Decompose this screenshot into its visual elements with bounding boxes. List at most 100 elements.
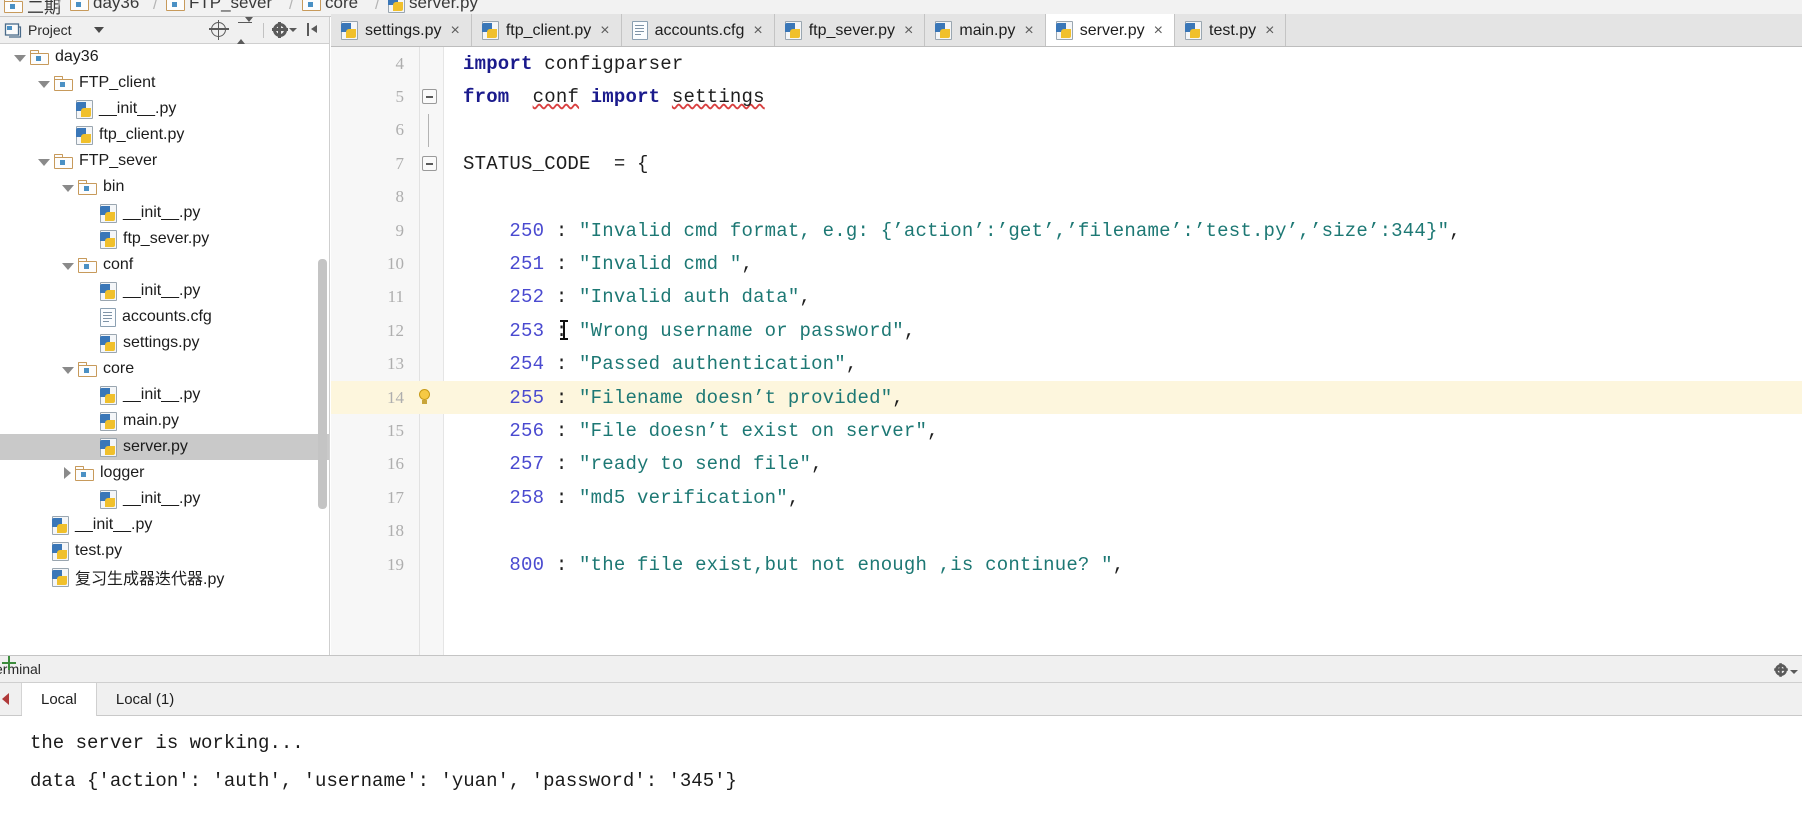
editor-tab-accounts-cfg[interactable]: accounts.cfg × [622, 14, 775, 46]
close-icon[interactable]: × [600, 22, 609, 39]
code-line[interactable]: 19 800 : ″the file exist,but not enough … [387, 548, 1802, 581]
tree-item-main-py[interactable]: main.py [0, 408, 329, 434]
tree-item-__init__-py[interactable]: __init__.py [0, 382, 329, 408]
code-editor[interactable]: 4 import configparser 5 from conf import se… [331, 47, 1802, 655]
code-line[interactable]: 10 251 : ″Invalid cmd ″, [387, 247, 1802, 280]
terminal-tab-local-1-[interactable]: Local (1) [97, 683, 193, 716]
close-icon[interactable]: × [904, 22, 913, 39]
breadcrumb-item[interactable]: core [302, 0, 358, 13]
editor-tab-ftp_client-py[interactable]: ftp_client.py × [472, 14, 622, 46]
tree-item-ftp_sever[interactable]: FTP_sever [0, 148, 329, 174]
tree-item-label: ftp_sever.py [123, 230, 210, 247]
code-token: ″Invalid cmd ″ [579, 253, 742, 276]
scrollbar-thumb[interactable] [318, 259, 327, 509]
code-line[interactable]: 8 [396, 181, 1802, 214]
fold-collapse-icon[interactable] [422, 156, 437, 172]
tree-item--py[interactable]: 复习生成器迭代器.py [0, 564, 329, 590]
breadcrumb-item[interactable]: FTP_sever [166, 0, 272, 13]
line-number: 14 [387, 387, 404, 407]
terminal-tabs: Local Local (1) [22, 683, 193, 716]
tree-item-__init__-py[interactable]: __init__.py [0, 278, 329, 304]
tree-item-logger[interactable]: logger [0, 460, 329, 486]
code-token: 254 [509, 353, 545, 376]
tree-twisty-spacer [84, 283, 100, 299]
tree-item-__init__-py[interactable]: __init__.py [0, 200, 329, 226]
breadcrumb-item-label: core [325, 0, 359, 12]
tree-twisty-spacer [84, 439, 100, 455]
tree-item-label: 复习生成器迭代器.py [75, 571, 225, 588]
tree-item-ftp_sever-py[interactable]: ftp_sever.py [0, 226, 329, 252]
close-icon[interactable]: × [1024, 22, 1033, 39]
code-line[interactable]: 13 254 : ″Passed authentication″, [387, 348, 1802, 381]
gear-icon[interactable] [272, 21, 297, 39]
code-line[interactable]: 6 [396, 113, 1802, 147]
editor-tab-main-py[interactable]: main.py × [925, 14, 1046, 46]
code-token: , [787, 486, 800, 509]
tree-item-__init__-py[interactable]: __init__.py [0, 486, 329, 512]
chevron-right-icon[interactable] [64, 467, 71, 479]
tree-item-settings-py[interactable]: settings.py [0, 330, 329, 356]
editor-tab-label: test.py [1209, 21, 1257, 39]
tree-item-accounts-cfg[interactable]: accounts.cfg [0, 304, 329, 330]
code-line[interactable]: 11 252 : ″Invalid auth data″, [388, 281, 1802, 314]
code-line[interactable]: 14 255 : ″Filename doesn’t provided″, [331, 380, 1802, 415]
breadcrumb-item[interactable]: day36 [70, 0, 139, 13]
code-line[interactable]: 17 258 : ″md5 verification″, [387, 481, 1802, 514]
chevron-icon[interactable] [2, 693, 9, 705]
chevron-down-icon[interactable] [14, 54, 26, 62]
chevron-down-icon[interactable] [93, 27, 104, 33]
code-line[interactable]: 5 from conf import settings [396, 80, 1802, 113]
breadcrumb-item[interactable]: 二期 [4, 0, 61, 16]
tree-item-day36[interactable]: day36 [0, 44, 329, 70]
editor-code-area[interactable]: 4 import configparser 5 from conf import se… [331, 47, 1802, 655]
line-number: 16 [387, 454, 404, 474]
editor-tab-server-py[interactable]: server.py × [1045, 14, 1175, 46]
editor-tab-settings-py[interactable]: settings.py × [331, 14, 472, 46]
code-line[interactable]: 4 import configparser [396, 47, 1802, 80]
close-icon[interactable]: × [1265, 22, 1274, 39]
fold-collapse-icon[interactable] [422, 89, 437, 105]
tree-item-ftp_client[interactable]: FTP_client [0, 70, 329, 96]
collapse-all-icon[interactable] [237, 16, 254, 44]
intention-bulb-icon[interactable] [417, 388, 432, 407]
tree-item-test-py[interactable]: test.py [0, 538, 329, 564]
hide-panel-icon[interactable] [306, 22, 323, 39]
close-icon[interactable]: × [753, 22, 762, 39]
terminal-settings-icon[interactable] [1774, 662, 1798, 677]
code-line[interactable]: 9 250 : ″Invalid cmd format, e.g: {’acti… [396, 214, 1802, 247]
py-file-icon [52, 567, 69, 587]
terminal-output[interactable]: the server is working... data {'action': … [0, 716, 1802, 818]
chevron-down-icon[interactable] [38, 80, 50, 88]
py-file-icon [100, 281, 117, 301]
editor-tab-ftp_sever-py[interactable]: ftp_sever.py × [775, 14, 926, 46]
breadcrumb-item[interactable]: server.py [388, 0, 478, 13]
code-line[interactable]: 15 256 : ″File doesn’t exist on server″, [387, 414, 1802, 447]
tree-item-conf[interactable]: conf [0, 252, 329, 278]
close-icon[interactable]: × [1154, 22, 1163, 39]
project-tree-scrollbar[interactable] [318, 44, 327, 655]
tree-item-server-py[interactable]: server.py [0, 434, 329, 460]
chevron-down-icon[interactable] [38, 158, 50, 166]
tree-item-label: __init__.py [123, 386, 201, 403]
tree-item-__init__-py[interactable]: __init__.py [0, 96, 329, 122]
chevron-down-icon[interactable] [62, 262, 74, 270]
locate-target-icon[interactable] [209, 19, 229, 40]
chevron-down-icon[interactable] [62, 366, 74, 374]
line-number: 15 [387, 420, 404, 440]
tree-item-core[interactable]: core [0, 356, 329, 382]
close-icon[interactable]: × [450, 22, 459, 39]
terminal-tab-local[interactable]: Local [22, 683, 97, 716]
code-line[interactable]: 16 257 : ″ready to send file″, [387, 448, 1802, 481]
project-tree[interactable]: day36 FTP_client __init__.py ftp_client.py F… [0, 44, 330, 655]
tree-item-ftp_client-py[interactable]: ftp_client.py [0, 122, 329, 148]
code-line[interactable]: 7 STATUS_CODE = { [396, 147, 1802, 180]
code-line[interactable]: 18 [387, 514, 1802, 547]
plus-icon[interactable] [2, 656, 16, 670]
editor-fold-column[interactable] [420, 47, 444, 655]
chevron-down-icon[interactable] [62, 184, 74, 192]
code-line[interactable]: 12 253 : ″Wrong username or password″, [387, 314, 1802, 347]
tree-item-__init__-py[interactable]: __init__.py [0, 512, 329, 538]
tree-item-bin[interactable]: bin [0, 174, 329, 200]
editor-tab-test-py[interactable]: test.py × [1175, 14, 1287, 46]
